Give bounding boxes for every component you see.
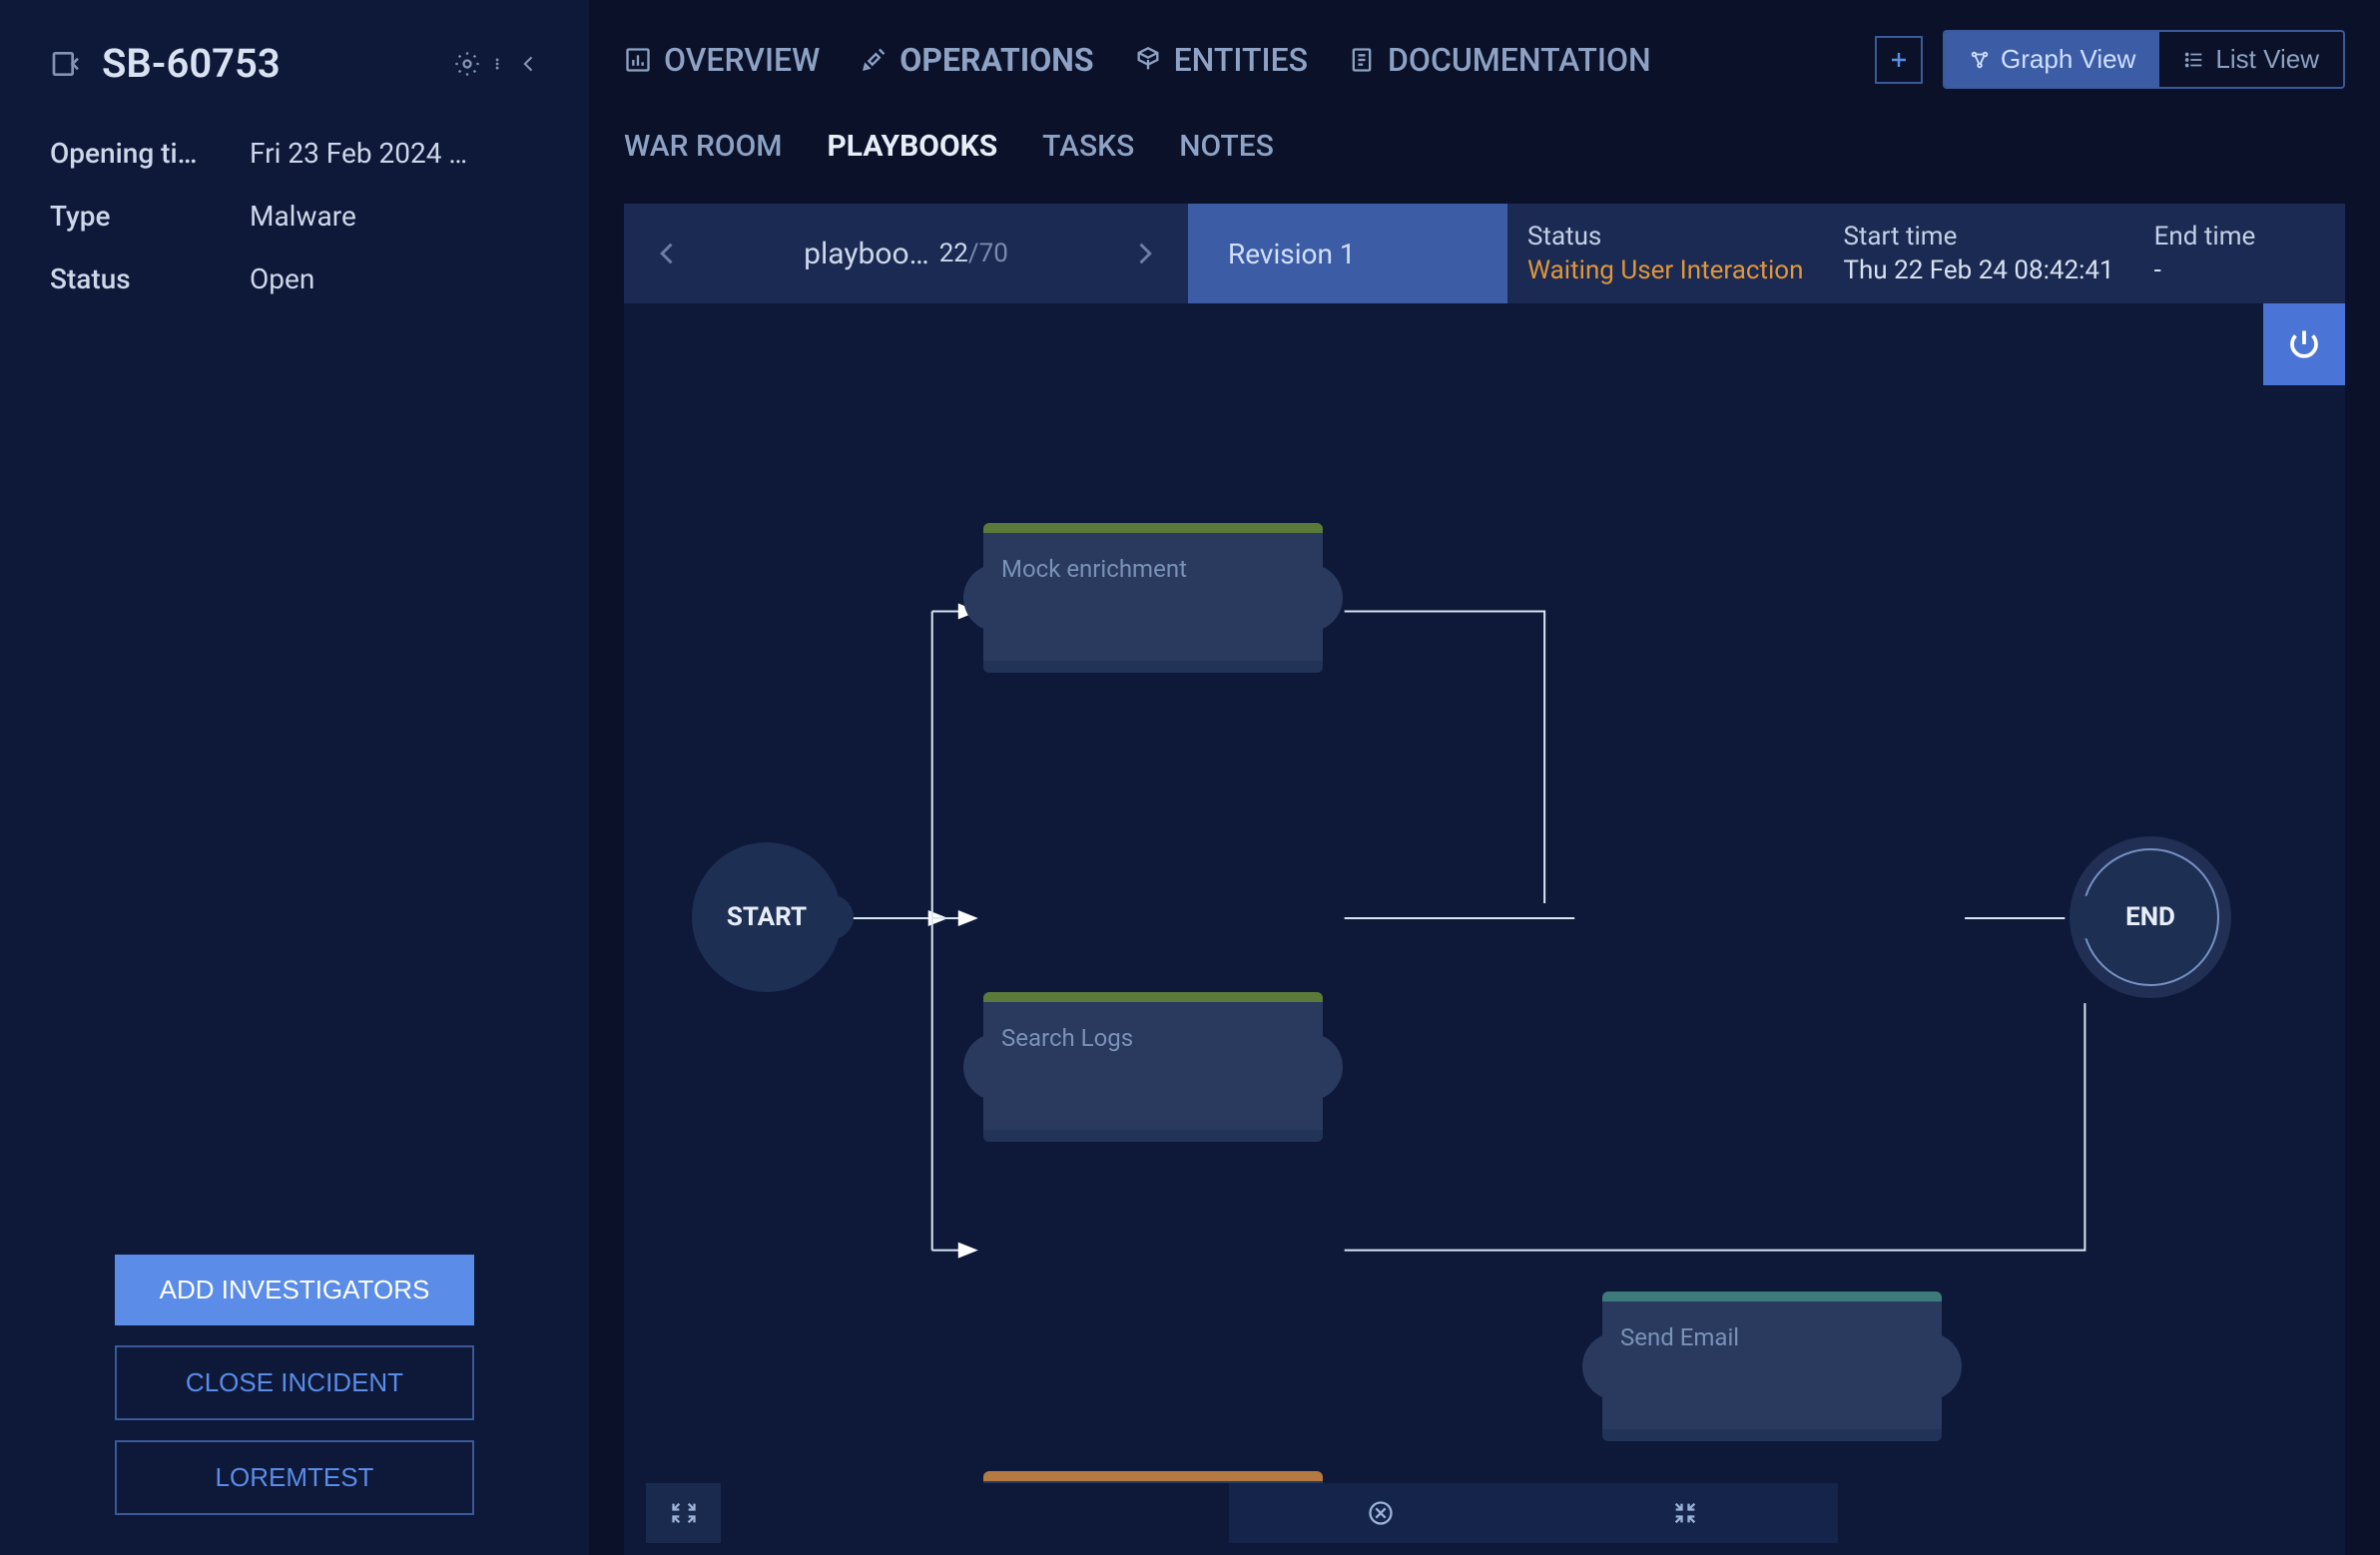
meta-value: Open xyxy=(250,262,539,295)
port-out xyxy=(1309,564,1343,632)
overview-icon xyxy=(624,46,652,74)
port-in xyxy=(2070,895,2091,939)
node-mock-enrichment[interactable]: Mock enrichment xyxy=(983,523,1323,673)
meta-value: Malware xyxy=(250,200,539,233)
sidebar-header: SB-60753 xyxy=(50,40,539,87)
loremtest-button[interactable]: LOREMTEST xyxy=(115,1440,474,1515)
port-in xyxy=(1582,1332,1616,1400)
port-out xyxy=(1309,1033,1343,1101)
playbook-count: 22/70 xyxy=(939,239,1008,268)
sidebar: SB-60753 Opening ti… Fri 23 Feb 202 xyxy=(0,0,589,1555)
meta-label: Opening ti… xyxy=(50,137,250,170)
meta-label: Type xyxy=(50,200,250,233)
chevron-left-icon[interactable] xyxy=(654,234,682,273)
tab-tasks[interactable]: TASKS xyxy=(1042,119,1134,174)
port-in xyxy=(963,1033,997,1101)
tab-overview[interactable]: OVERVIEW xyxy=(624,31,820,89)
chevron-right-icon[interactable] xyxy=(1130,234,1158,273)
playbook-meta: Status Waiting User Interaction Start ti… xyxy=(1507,204,2345,303)
tab-notes[interactable]: NOTES xyxy=(1179,119,1274,174)
list-icon xyxy=(2183,49,2205,71)
graph-view-button[interactable]: Graph View xyxy=(1945,32,2159,87)
meta-row-type: Type Malware xyxy=(50,200,539,233)
revision-pill[interactable]: Revision 1 xyxy=(1188,204,1507,303)
meta-row-status: Status Open xyxy=(50,262,539,295)
port-in xyxy=(963,564,997,632)
node-send-email[interactable]: Send Email xyxy=(1602,1292,1942,1441)
tab-label: OPERATIONS xyxy=(899,41,1093,79)
flow-canvas[interactable]: START Mock enrichment Search Logs task xyxy=(624,303,2345,1483)
sidebar-buttons: ADD INVESTIGATORS CLOSE INCIDENT LOREMTE… xyxy=(50,1255,539,1515)
fit-view-button[interactable] xyxy=(646,1483,721,1543)
revision-label: Revision 1 xyxy=(1228,238,1356,270)
meta-status: Status Waiting User Interaction xyxy=(1527,222,1803,285)
back-icon[interactable] xyxy=(50,48,82,80)
collapse-button[interactable] xyxy=(1533,1483,1838,1543)
meta-end: End time - xyxy=(2154,222,2256,285)
view-label: List View xyxy=(2215,44,2319,75)
view-label: Graph View xyxy=(2001,44,2135,75)
tab-playbooks[interactable]: PLAYBOOKS xyxy=(827,119,997,174)
collapse-icon[interactable] xyxy=(519,49,539,79)
close-incident-button[interactable]: CLOSE INCIDENT xyxy=(115,1345,474,1420)
graph-icon xyxy=(1969,49,1991,71)
playbook-header: playboo… 22/70 Revision 1 Status Waiting… xyxy=(624,204,2345,303)
tab-label: ENTITIES xyxy=(1174,41,1308,79)
entities-icon xyxy=(1134,46,1162,74)
node-search-logs[interactable]: Search Logs xyxy=(983,992,1323,1142)
tab-label: OVERVIEW xyxy=(664,41,820,79)
tab-war-room[interactable]: WAR ROOM xyxy=(624,119,782,174)
view-toggle: Graph View List View xyxy=(1943,30,2345,89)
node-end[interactable]: END xyxy=(2082,848,2219,986)
meta-start: Start time Thu 22 Feb 24 08:42:41 xyxy=(1843,222,2113,285)
header-actions xyxy=(453,49,539,79)
port-out xyxy=(1928,1332,1962,1400)
documentation-icon xyxy=(1348,46,1376,74)
add-investigators-button[interactable]: ADD INVESTIGATORS xyxy=(115,1255,474,1325)
kebab-icon[interactable] xyxy=(493,50,507,78)
tab-label: DOCUMENTATION xyxy=(1388,41,1651,79)
gear-icon[interactable] xyxy=(453,50,481,78)
add-button[interactable] xyxy=(1875,36,1923,84)
sub-tabs: WAR ROOM PLAYBOOKS TASKS NOTES xyxy=(624,119,2345,174)
node-task[interactable]: task xyxy=(983,1471,1323,1483)
tab-entities[interactable]: ENTITIES xyxy=(1134,31,1308,89)
cancel-run-button[interactable] xyxy=(1229,1483,1533,1543)
meta-value: Fri 23 Feb 2024 … xyxy=(250,137,539,170)
top-tabs: OVERVIEW OPERATIONS ENTITIES xyxy=(624,30,2345,89)
operations-icon xyxy=(860,46,888,74)
playbook-name: playboo… xyxy=(804,237,929,271)
footer-center xyxy=(1229,1483,1838,1543)
tab-operations[interactable]: OPERATIONS xyxy=(860,31,1093,89)
meta-row-opening: Opening ti… Fri 23 Feb 2024 … xyxy=(50,137,539,170)
incident-id: SB-60753 xyxy=(102,40,433,87)
list-view-button[interactable]: List View xyxy=(2159,32,2343,87)
port-out xyxy=(832,895,854,939)
playbook-nav: playboo… 22/70 xyxy=(624,204,1188,303)
tab-documentation[interactable]: DOCUMENTATION xyxy=(1348,31,1651,89)
meta-label: Status xyxy=(50,262,250,295)
node-start[interactable]: START xyxy=(692,842,842,992)
main: OVERVIEW OPERATIONS ENTITIES xyxy=(589,0,2380,1555)
playbook-footer xyxy=(624,1483,2345,1555)
playbook-panel: playboo… 22/70 Revision 1 Status Waiting… xyxy=(624,204,2345,1555)
